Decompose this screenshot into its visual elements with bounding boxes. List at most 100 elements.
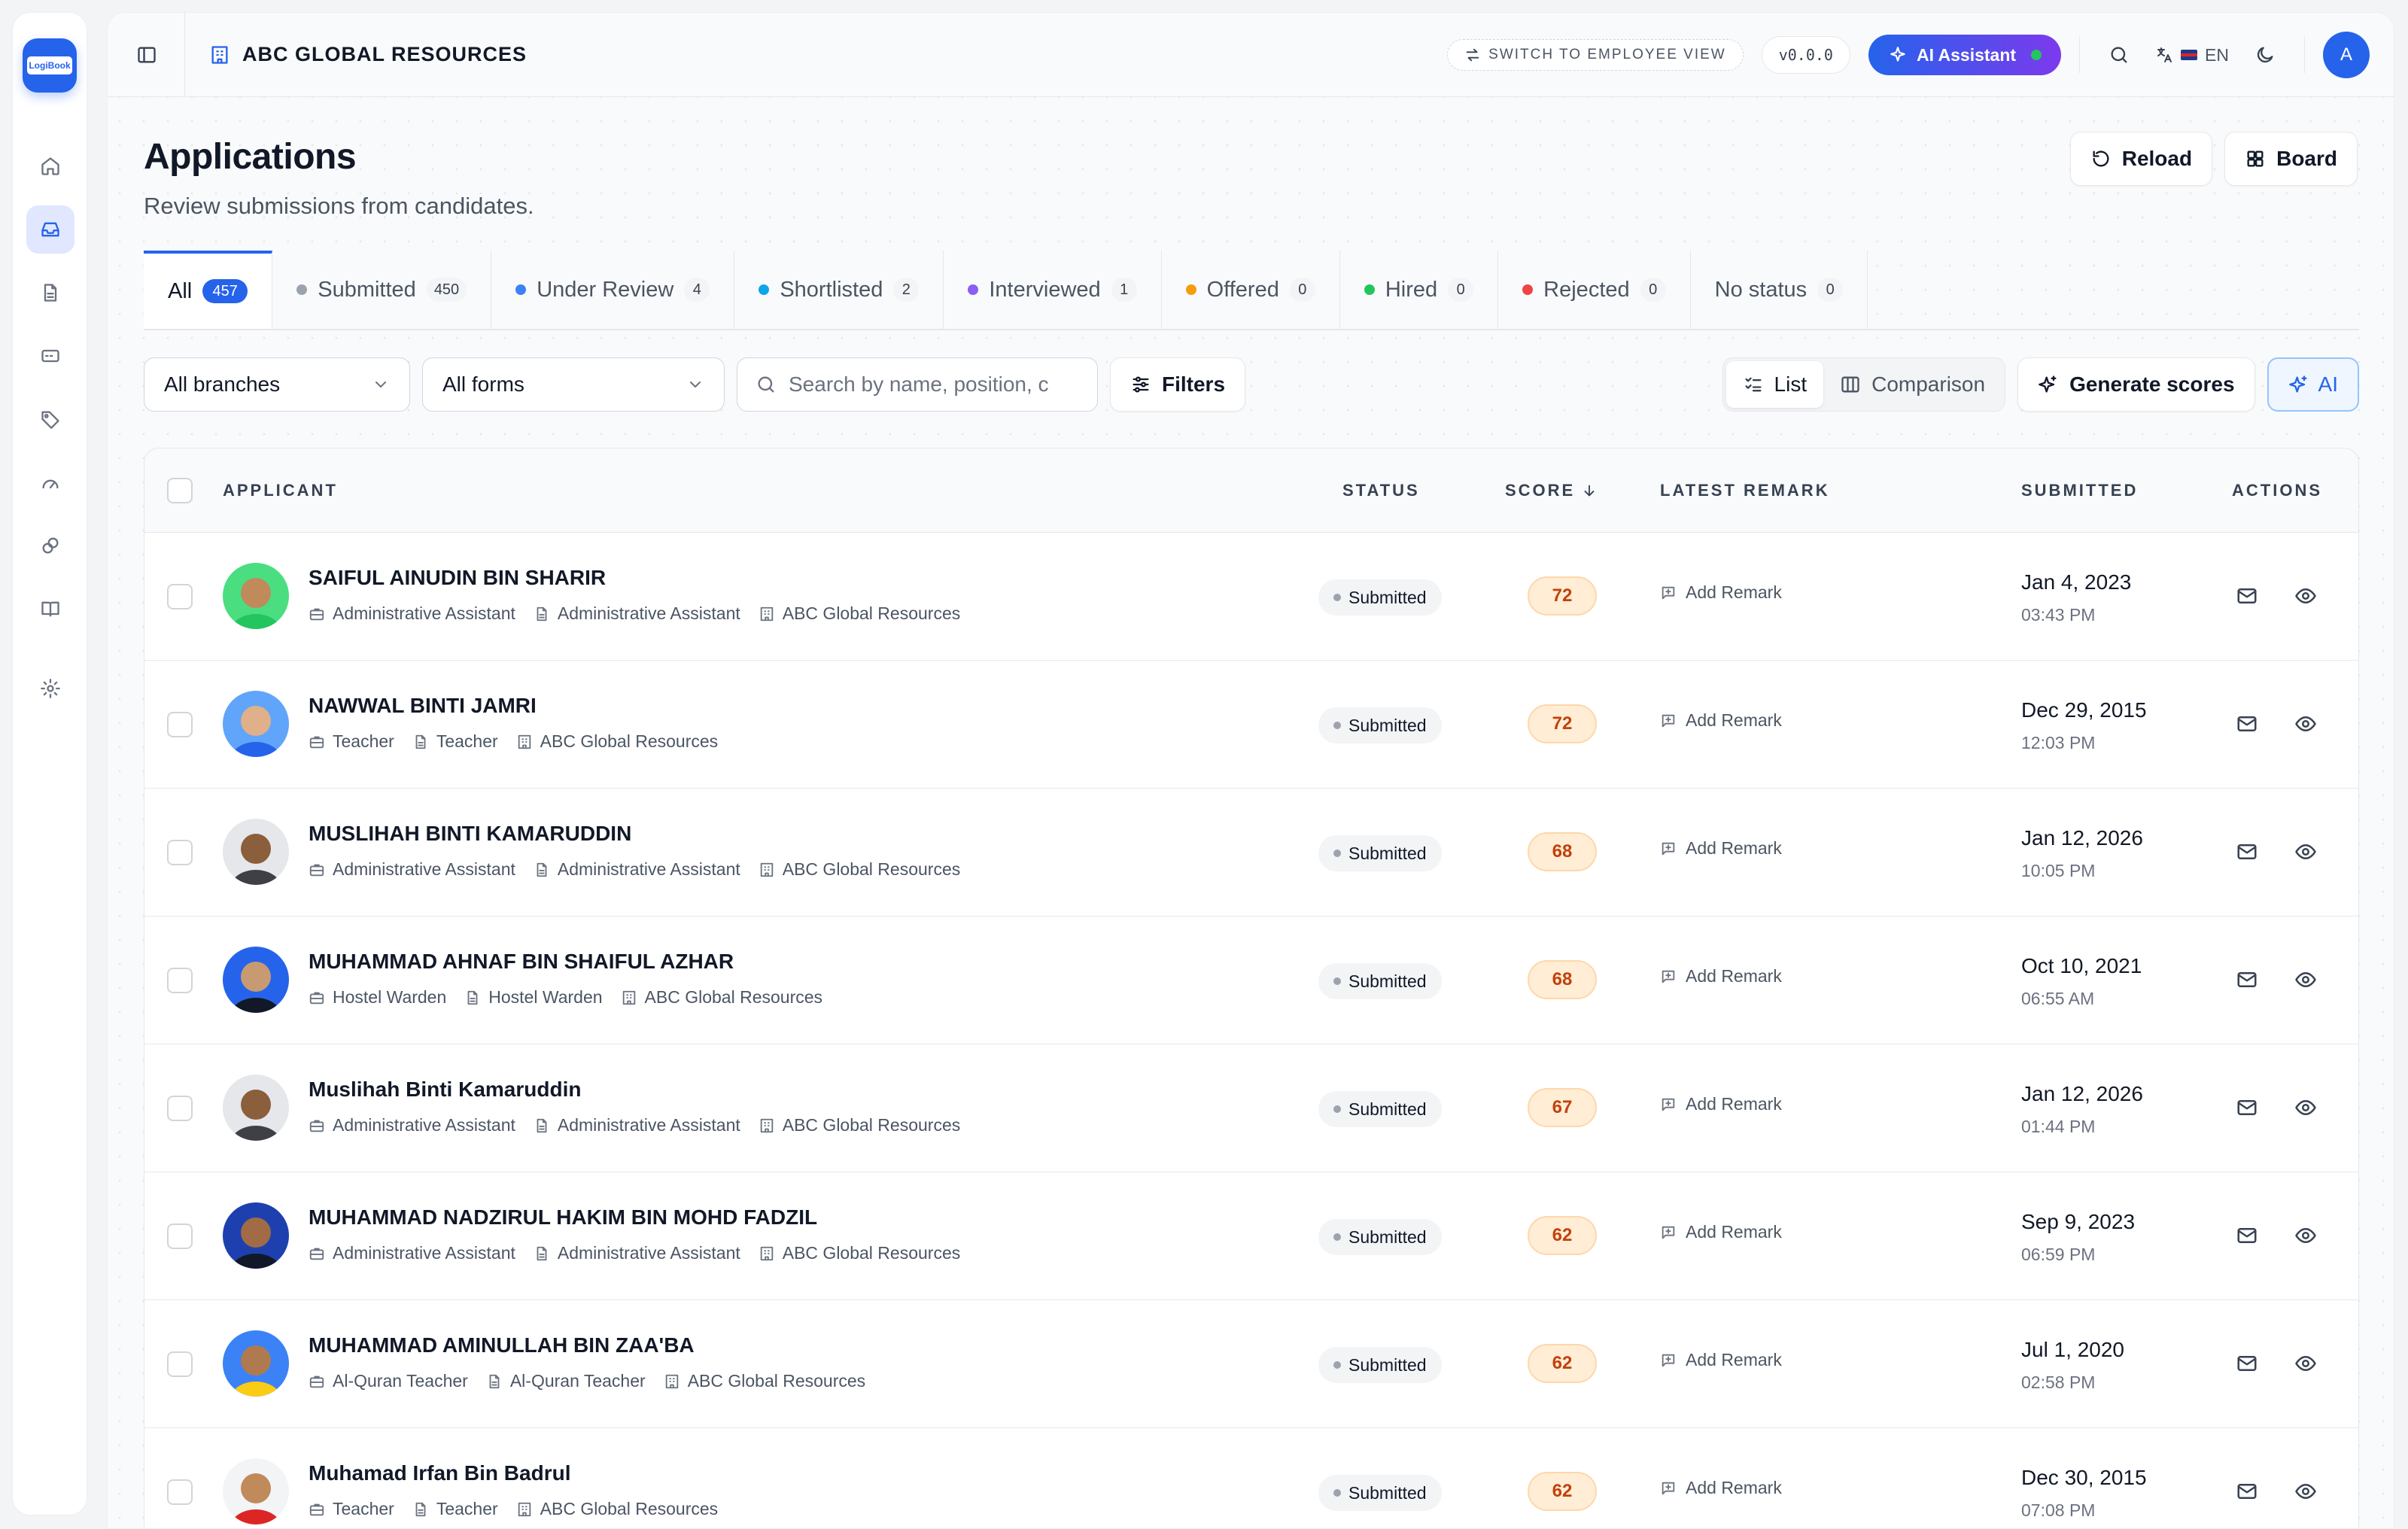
link-icon[interactable] bbox=[26, 521, 74, 570]
row-checkbox[interactable] bbox=[167, 1479, 193, 1505]
mail-icon[interactable] bbox=[2232, 709, 2262, 739]
tab-interviewed[interactable]: Interviewed 1 bbox=[944, 251, 1162, 329]
inbox-icon[interactable] bbox=[26, 205, 74, 254]
filters-button[interactable]: Filters bbox=[1110, 357, 1246, 412]
applicant-name[interactable]: Muhamad Irfan Bin Badrul bbox=[309, 1461, 570, 1485]
branch-select[interactable]: All branches bbox=[144, 357, 410, 412]
document-icon[interactable] bbox=[26, 269, 74, 317]
ai-button[interactable]: AI bbox=[2267, 357, 2359, 412]
eye-icon[interactable] bbox=[2291, 837, 2321, 867]
table-row[interactable]: SAIFUL AINUDIN BIN SHARIR Administrative … bbox=[144, 533, 2358, 661]
book-icon[interactable] bbox=[26, 585, 74, 633]
form-select[interactable]: All forms bbox=[422, 357, 725, 412]
mail-icon[interactable] bbox=[2232, 1476, 2262, 1506]
gauge-icon[interactable] bbox=[26, 458, 74, 506]
applicant-photo bbox=[223, 819, 289, 885]
applicant-name[interactable]: MUHAMMAD NADZIRUL HAKIM BIN MOHD FADZIL bbox=[309, 1205, 817, 1230]
row-checkbox[interactable] bbox=[167, 968, 193, 993]
add-remark-button[interactable]: Add Remark bbox=[1660, 966, 1782, 986]
ai-assistant-button[interactable]: AI Assistant bbox=[1868, 35, 2062, 75]
search-input[interactable]: Search by name, position, c bbox=[737, 357, 1098, 412]
building-icon bbox=[760, 1118, 773, 1132]
eye-icon[interactable] bbox=[2291, 709, 2321, 739]
applicant-name[interactable]: MUSLIHAH BINTI KAMARUDDIN bbox=[309, 822, 631, 846]
add-remark-button[interactable]: Add Remark bbox=[1660, 1094, 1782, 1114]
add-remark-button[interactable]: Add Remark bbox=[1660, 710, 1782, 731]
row-checkbox[interactable] bbox=[167, 840, 193, 865]
tab-offered[interactable]: Offered 0 bbox=[1161, 251, 1340, 329]
document-icon bbox=[537, 606, 547, 621]
table-row[interactable]: MUHAMMAD NADZIRUL HAKIM BIN MOHD FADZIL A… bbox=[144, 1172, 2358, 1300]
user-avatar[interactable]: A bbox=[2323, 32, 2370, 78]
mail-icon[interactable] bbox=[2232, 1348, 2262, 1379]
generate-scores-button[interactable]: Generate scores bbox=[2017, 357, 2255, 412]
table-row[interactable]: MUHAMMAD AHNAF BIN SHAIFUL AZHAR Hostel W… bbox=[144, 916, 2358, 1044]
tab-rejected[interactable]: Rejected 0 bbox=[1498, 251, 1691, 329]
eye-icon[interactable] bbox=[2291, 965, 2321, 995]
applicant-name[interactable]: MUHAMMAD AHNAF BIN SHAIFUL AZHAR bbox=[309, 950, 734, 974]
row-checkbox[interactable] bbox=[167, 1096, 193, 1121]
status-dot bbox=[1333, 850, 1341, 857]
applicant-position: Administrative Assistant bbox=[333, 603, 515, 623]
home-icon[interactable] bbox=[26, 142, 74, 190]
add-remark-button[interactable]: Add Remark bbox=[1660, 1478, 1782, 1498]
tab-all[interactable]: All 457 bbox=[144, 251, 273, 329]
app-logo[interactable]: LogiBook bbox=[23, 38, 77, 93]
card-icon[interactable] bbox=[26, 332, 74, 380]
mail-icon[interactable] bbox=[2232, 1093, 2262, 1123]
mail-icon[interactable] bbox=[2232, 837, 2262, 867]
row-checkbox[interactable] bbox=[167, 1351, 193, 1377]
message-plus-icon bbox=[1662, 1354, 1675, 1366]
table-row[interactable]: Muslihah Binti Kamaruddin Administrative … bbox=[144, 1044, 2358, 1172]
add-remark-button[interactable]: Add Remark bbox=[1660, 1222, 1782, 1242]
briefcase-icon bbox=[309, 992, 324, 1004]
language-switcher[interactable]: EN bbox=[2155, 45, 2229, 65]
tag-icon[interactable] bbox=[26, 395, 74, 443]
document-icon bbox=[467, 990, 478, 1005]
add-remark-button[interactable]: Add Remark bbox=[1660, 582, 1782, 603]
comparison-view-button[interactable]: Comparison bbox=[1823, 361, 2002, 408]
org-title: ABC GLOBAL RESOURCES bbox=[242, 43, 528, 65]
eye-icon[interactable] bbox=[2291, 1093, 2321, 1123]
tab-no-status[interactable]: No status 0 bbox=[1690, 251, 1868, 329]
switch-view-button[interactable]: SWITCH TO EMPLOYEE VIEW bbox=[1447, 39, 1744, 71]
tab-shortlisted[interactable]: Shortlisted 2 bbox=[734, 251, 944, 329]
row-checkbox[interactable] bbox=[167, 1224, 193, 1249]
add-remark-button[interactable]: Add Remark bbox=[1660, 1350, 1782, 1370]
online-indicator bbox=[2031, 50, 2042, 60]
table-row[interactable]: NAWWAL BINTI JAMRI Teacher Teacher ABC Glob… bbox=[144, 661, 2358, 789]
status-dot bbox=[1522, 284, 1534, 295]
select-all-checkbox[interactable] bbox=[167, 477, 193, 503]
settings-icon[interactable] bbox=[26, 664, 74, 713]
dark-mode-icon[interactable] bbox=[2244, 34, 2286, 76]
applicant-form: Teacher bbox=[436, 1499, 498, 1518]
header-score[interactable]: SCORE bbox=[1505, 481, 1598, 500]
applicant-name[interactable]: NAWWAL BINTI JAMRI bbox=[309, 694, 537, 718]
mail-icon[interactable] bbox=[2232, 581, 2262, 611]
table-row[interactable]: Muhamad Irfan Bin Badrul Teacher Teacher AB… bbox=[144, 1428, 2358, 1528]
eye-icon[interactable] bbox=[2291, 581, 2321, 611]
tab-submitted[interactable]: Submitted 450 bbox=[272, 251, 492, 329]
add-remark-button[interactable]: Add Remark bbox=[1660, 838, 1782, 859]
list-view-button[interactable]: List bbox=[1725, 361, 1824, 408]
eye-icon[interactable] bbox=[2291, 1220, 2321, 1251]
eye-icon[interactable] bbox=[2291, 1476, 2321, 1506]
comparison-label: Comparison bbox=[1871, 372, 1986, 396]
board-button[interactable]: Board bbox=[2224, 132, 2358, 186]
tab-under-review[interactable]: Under Review 4 bbox=[491, 251, 735, 329]
applicant-name[interactable]: SAIFUL AINUDIN BIN SHARIR bbox=[309, 566, 606, 590]
sidebar-toggle-icon[interactable] bbox=[132, 40, 162, 70]
reload-button[interactable]: Reload bbox=[2069, 132, 2213, 186]
applicant-name[interactable]: MUHAMMAD AMINULLAH BIN ZAA'BA bbox=[309, 1333, 695, 1357]
table-row[interactable]: MUHAMMAD AMINULLAH BIN ZAA'BA Al-Quran Te… bbox=[144, 1300, 2358, 1428]
mail-icon[interactable] bbox=[2232, 965, 2262, 995]
search-icon[interactable] bbox=[2098, 34, 2140, 76]
eye-icon[interactable] bbox=[2291, 1348, 2321, 1379]
applicant-name[interactable]: Muslihah Binti Kamaruddin bbox=[309, 1078, 581, 1102]
table-row[interactable]: MUSLIHAH BINTI KAMARUDDIN Administrative … bbox=[144, 789, 2358, 916]
row-checkbox[interactable] bbox=[167, 584, 193, 609]
list-label: List bbox=[1774, 372, 1808, 396]
mail-icon[interactable] bbox=[2232, 1220, 2262, 1251]
row-checkbox[interactable] bbox=[167, 712, 193, 737]
tab-hired[interactable]: Hired 0 bbox=[1339, 251, 1499, 329]
